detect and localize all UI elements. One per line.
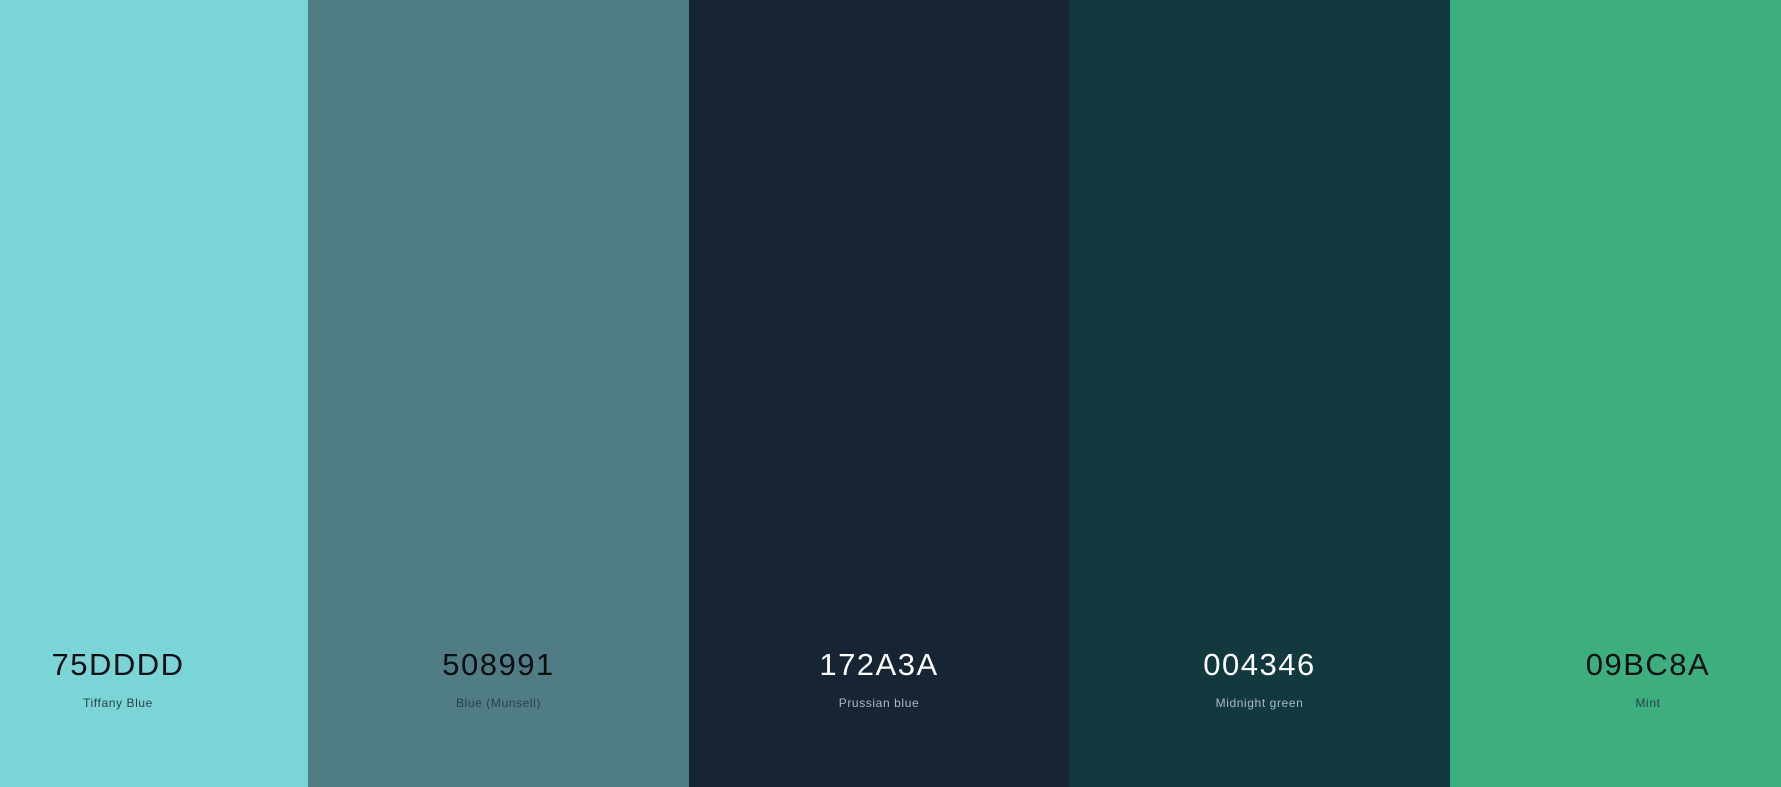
color-palette: 75DDDD Tiffany Blue 508991 Blue (Munsell… bbox=[0, 0, 1781, 787]
swatch-info: 508991 Blue (Munsell) bbox=[308, 645, 689, 711]
swatch-tiffany-blue[interactable]: 75DDDD Tiffany Blue bbox=[0, 0, 308, 787]
swatch-color-name: Tiffany Blue bbox=[83, 696, 153, 710]
swatch-info: 004346 Midnight green bbox=[1069, 645, 1450, 711]
swatch-prussian-blue[interactable]: 172A3A Prussian blue bbox=[689, 0, 1069, 787]
swatch-midnight-green[interactable]: 004346 Midnight green bbox=[1069, 0, 1450, 787]
swatch-info: 172A3A Prussian blue bbox=[689, 645, 1069, 711]
swatch-mint[interactable]: 09BC8A Mint bbox=[1450, 0, 1781, 787]
swatch-hex-code[interactable]: 508991 bbox=[308, 645, 689, 685]
swatch-color-name: Prussian blue bbox=[838, 696, 920, 710]
swatch-hex-code[interactable]: 172A3A bbox=[689, 645, 1069, 685]
swatch-hex-code[interactable]: 75DDDD bbox=[0, 645, 236, 685]
swatch-color-name: Midnight green bbox=[1215, 696, 1304, 710]
swatch-color-name: Blue (Munsell) bbox=[455, 696, 542, 710]
swatch-hex-code[interactable]: 09BC8A bbox=[1515, 645, 1781, 685]
swatch-info: 09BC8A Mint bbox=[1515, 645, 1781, 711]
swatch-color-name: Mint bbox=[1635, 696, 1661, 710]
swatch-info: 75DDDD Tiffany Blue bbox=[0, 645, 236, 711]
swatch-hex-code[interactable]: 004346 bbox=[1069, 645, 1450, 685]
swatch-blue-munsell[interactable]: 508991 Blue (Munsell) bbox=[308, 0, 689, 787]
